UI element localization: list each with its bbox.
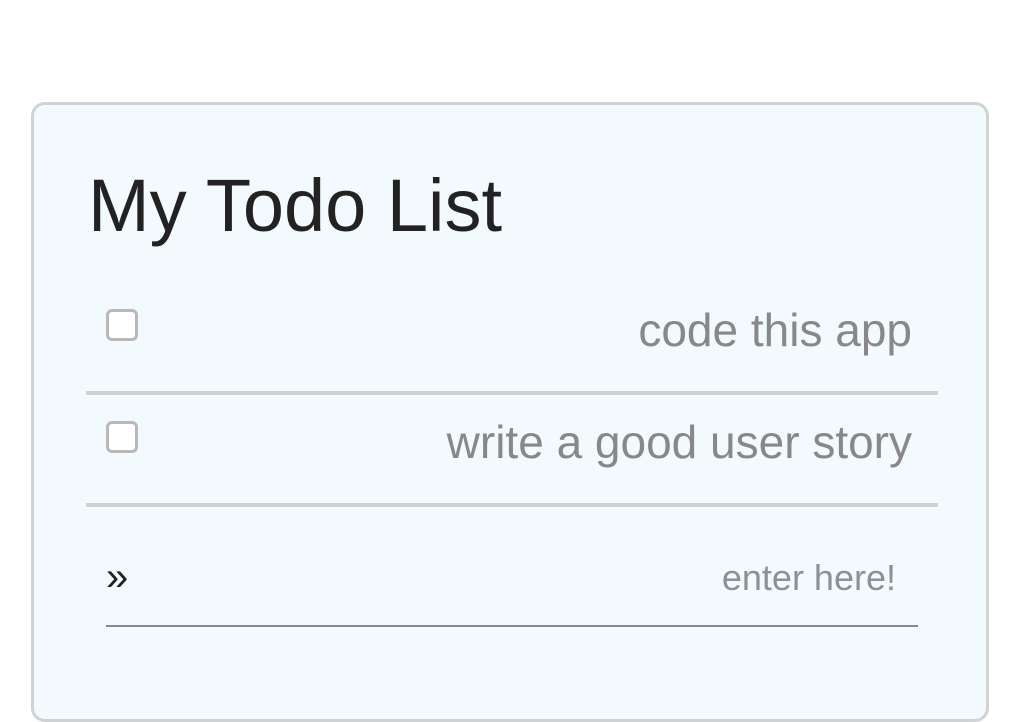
todo-checkbox[interactable] — [106, 309, 138, 341]
new-todo-input[interactable] — [166, 555, 898, 601]
todo-label: code this app — [638, 304, 912, 356]
todo-card: My Todo List code this app write a good … — [31, 102, 989, 722]
todo-label: write a good user story — [446, 416, 912, 468]
double-chevron-right-icon: » — [106, 555, 129, 599]
todo-item: code this app — [86, 283, 938, 395]
todo-item: write a good user story — [86, 395, 938, 507]
todo-checkbox[interactable] — [106, 421, 138, 453]
page-title: My Todo List — [88, 164, 503, 247]
new-todo-field: » — [106, 535, 918, 627]
